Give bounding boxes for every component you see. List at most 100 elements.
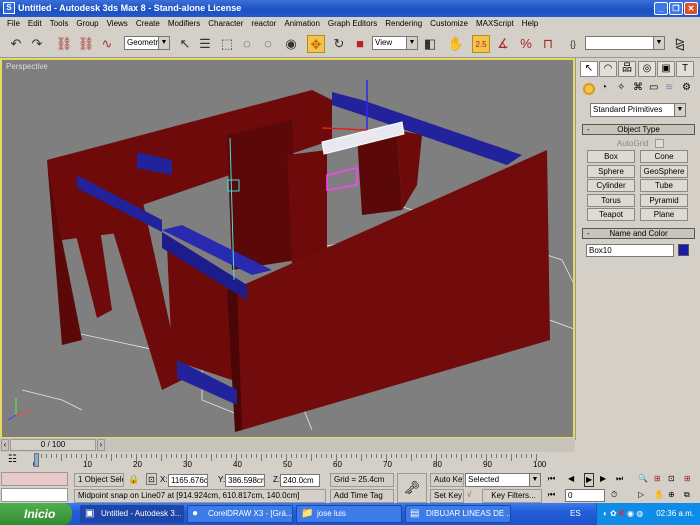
lock-icon[interactable]: 🔒 [128, 473, 139, 485]
motion-tab-icon[interactable]: ◎ [638, 61, 656, 77]
menu-group[interactable]: Group [72, 17, 102, 31]
rect-selection-icon[interactable]: ⬚ [218, 35, 236, 53]
menu-edit[interactable]: Edit [24, 17, 46, 31]
curve-editor-icon[interactable]: ☷ [8, 454, 17, 465]
hierarchy-tab-icon[interactable]: 品 [618, 61, 636, 77]
systems-icon[interactable]: ⚙ [682, 82, 691, 93]
window-crossing-icon[interactable]: ◌ [238, 35, 256, 53]
x-coordinate-input[interactable]: 1165.676c [168, 474, 208, 487]
object-type-rollout-header[interactable]: - Object Type [582, 124, 695, 135]
geosphere-button[interactable]: GeoSphere [640, 165, 688, 178]
zoom-extents-all-icon[interactable]: ⊞ [684, 473, 691, 485]
undo-icon[interactable]: ↶ [7, 35, 25, 53]
move-icon[interactable]: ✥ [307, 35, 325, 53]
menu-rendering[interactable]: Rendering [381, 17, 426, 31]
maxscript-listener-pink[interactable] [1, 472, 68, 486]
track-bar[interactable]: ☷ 0102030405060708090100 [0, 452, 575, 470]
maxscript-listener-white[interactable] [1, 488, 68, 502]
menu-graph-editors[interactable]: Graph Editors [324, 17, 381, 31]
previous-frame-icon[interactable]: ◀ [568, 473, 574, 485]
name-color-rollout-header[interactable]: - Name and Color [582, 228, 695, 239]
edit-named-selection-icon[interactable]: {} [564, 35, 582, 53]
go-to-start-icon[interactable]: ⏮ [548, 473, 555, 485]
auto-key-button[interactable]: Auto Key [430, 473, 464, 487]
cylinder-button[interactable]: Cylinder [587, 179, 635, 192]
mirror-icon[interactable]: ⧎ [671, 35, 689, 53]
scale-icon[interactable]: ■ [351, 35, 369, 53]
time-slider-track[interactable]: ‹ 0 / 100 › [0, 438, 575, 452]
next-frame-arrow[interactable]: › [97, 439, 105, 451]
shapes-icon[interactable]: ◔ [601, 82, 607, 93]
prev-frame-arrow[interactable]: ‹ [1, 439, 9, 451]
time-slider-thumb[interactable]: 0 / 100 [10, 439, 96, 451]
angle-snap-icon[interactable]: ∡ [494, 35, 512, 53]
object-color-swatch[interactable] [678, 244, 689, 256]
torus-button[interactable]: Torus [587, 194, 635, 207]
current-frame-input[interactable]: 0 [565, 489, 605, 502]
rotate-icon[interactable]: ↻ [330, 35, 348, 53]
sphere-button[interactable]: Sphere [587, 165, 635, 178]
space-warps-icon[interactable]: ≋ [665, 82, 673, 93]
menu-file[interactable]: File [3, 17, 24, 31]
selection-filter-dropdown[interactable]: Geometry ▼ [124, 36, 170, 50]
create-tab-icon[interactable]: ↖ [580, 61, 598, 77]
cameras-icon[interactable]: ⌘ [633, 82, 643, 93]
select-by-name-icon[interactable]: ☰ [196, 35, 214, 53]
task-3dsmax[interactable]: ▣ Untitled - Autodesk 3... [80, 505, 184, 523]
key-filters-button[interactable]: Key Filters... [482, 489, 542, 503]
tube-button[interactable]: Tube [640, 179, 688, 192]
menu-maxscript[interactable]: MAXScript [472, 17, 518, 31]
set-key-icon[interactable]: 🗝 [397, 473, 427, 503]
z-coordinate-input[interactable]: 240.0cm [280, 474, 320, 487]
zoom-all-icon[interactable]: ⊞ [654, 473, 661, 485]
bind-space-warp-icon[interactable]: ∿ [98, 35, 116, 53]
pan-icon[interactable]: ✋ [654, 489, 664, 501]
add-time-tag-button[interactable]: Add Time Tag [330, 489, 394, 503]
language-indicator[interactable]: ES [570, 503, 581, 525]
spinner-snap-icon[interactable]: ⊓ [539, 35, 557, 53]
helpers-icon[interactable]: ▭ [649, 82, 658, 93]
named-selection-dropdown[interactable]: ▼ [585, 36, 665, 50]
task-coreldraw[interactable]: ● CorelDRAW X3 - [Grá... [187, 505, 293, 523]
tray-icons[interactable]: ◐ ✿ K ◉ ◍ [603, 503, 643, 525]
menu-create[interactable]: Create [132, 17, 164, 31]
unlink-icon[interactable]: ⛓ [77, 35, 95, 53]
key-curve-icon[interactable]: √ [467, 489, 471, 501]
object-name-input[interactable]: Box10 [586, 244, 674, 257]
play-icon[interactable]: ▶ [584, 473, 595, 487]
zoom-icon[interactable]: 🔍 [638, 473, 648, 485]
menu-character[interactable]: Character [204, 17, 247, 31]
current-frame-marker[interactable] [34, 453, 39, 467]
menu-reactor[interactable]: reactor [247, 17, 280, 31]
category-dropdown[interactable]: Standard Primitives ▼ [590, 103, 686, 117]
app-icon[interactable]: S [3, 2, 15, 14]
restore-button[interactable]: ❐ [669, 2, 683, 15]
autogrid-checkbox[interactable] [655, 139, 664, 148]
percent-snap-icon[interactable]: % [517, 35, 535, 53]
gizmo-plane[interactable] [326, 167, 358, 191]
key-mode-toggle-icon[interactable]: ⏮ [548, 489, 555, 501]
reference-coord-dropdown[interactable]: View ▼ [372, 36, 418, 50]
field-of-view-icon[interactable]: ▷ [638, 489, 644, 501]
menu-views[interactable]: Views [103, 17, 132, 31]
select-rotate-icon[interactable]: ◉ [282, 35, 300, 53]
maximize-viewport-icon[interactable]: ⧉ [684, 489, 690, 501]
geometry-icon[interactable] [583, 83, 595, 95]
cone-button[interactable]: Cone [640, 150, 688, 163]
time-config-icon[interactable]: ⏱ [611, 489, 617, 501]
menu-modifiers[interactable]: Modifiers [164, 17, 204, 31]
task-folder[interactable]: 📁 jose luis [296, 505, 402, 523]
perspective-viewport[interactable]: Perspective [0, 58, 575, 439]
menu-animation[interactable]: Animation [280, 17, 324, 31]
absolute-mode-icon[interactable]: ⊡ [146, 473, 157, 485]
modify-tab-icon[interactable]: ◠ [599, 61, 617, 77]
utilities-tab-icon[interactable]: T [676, 61, 694, 77]
y-coordinate-input[interactable]: 386.598cm [225, 474, 265, 487]
lights-icon[interactable]: ✧ [617, 82, 625, 93]
zoom-extents-icon[interactable]: ⊡ [668, 473, 675, 485]
start-button[interactable]: Inicio [0, 503, 72, 525]
plane-button[interactable]: Plane [640, 208, 688, 221]
select-arrow-icon[interactable]: ↖ [176, 35, 194, 53]
manipulate-icon[interactable]: ✋ [447, 35, 465, 53]
teapot-button[interactable]: Teapot [587, 208, 635, 221]
